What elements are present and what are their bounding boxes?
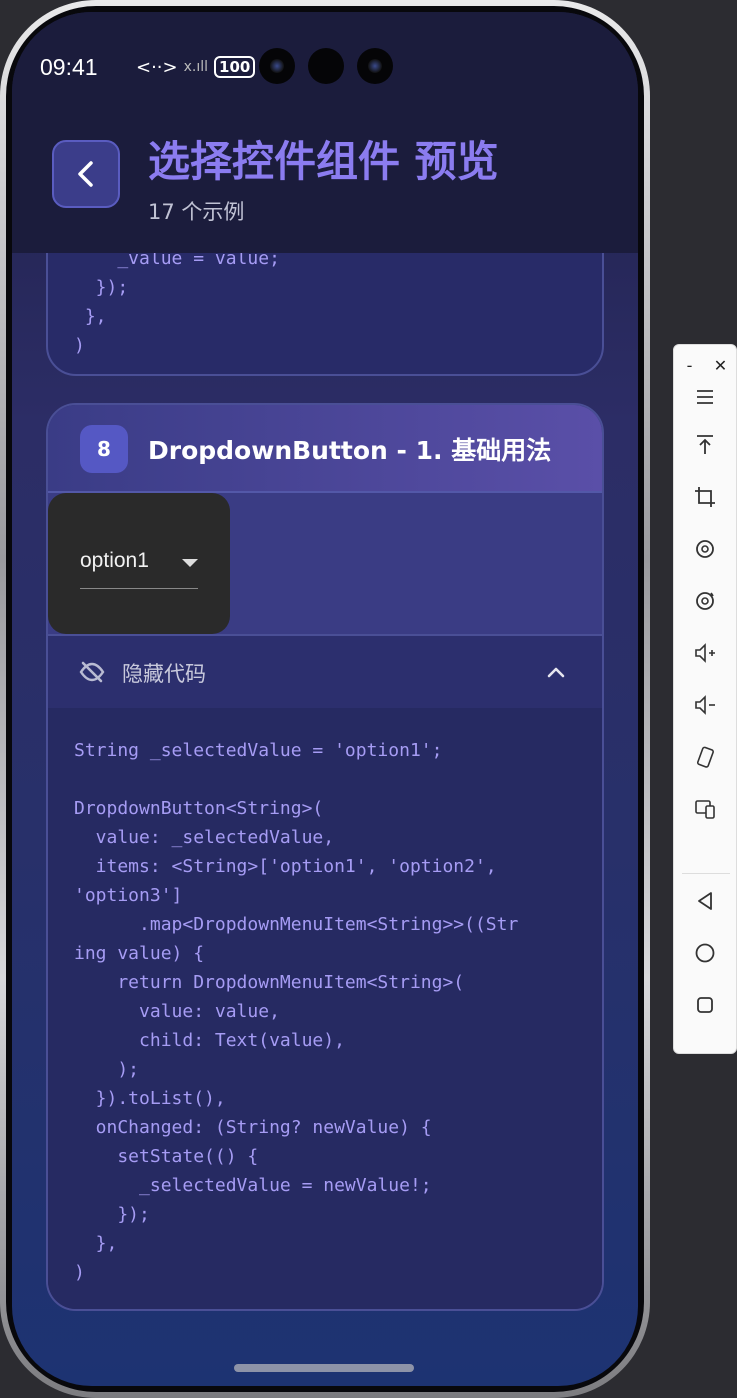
code-block: String _selectedValue = 'option1'; Dropd… xyxy=(48,708,602,1309)
eye-off-icon xyxy=(79,661,105,683)
nav-back-button[interactable] xyxy=(674,887,736,915)
toolbar-divider xyxy=(682,873,730,874)
signal-icon: x.ıll xyxy=(183,59,209,75)
menu-button[interactable] xyxy=(674,383,736,411)
nav-recents-button[interactable] xyxy=(674,991,736,1019)
dropdown-container: option1 xyxy=(48,493,230,634)
nav-home-button[interactable] xyxy=(674,939,736,967)
example-card: 8 DropdownButton - 1. 基础用法 option1 隐藏代码 … xyxy=(46,403,604,1311)
camera-icon xyxy=(259,48,295,84)
rotate-left-icon xyxy=(696,540,714,558)
phone-frame: _value = value; }); }, ) 09:41 <··> x.ıl… xyxy=(0,0,650,1398)
toggle-code-button[interactable]: 隐藏代码 xyxy=(48,636,602,708)
menu-icon xyxy=(697,390,713,404)
toggle-code-label: 隐藏代码 xyxy=(122,662,206,686)
home-indicator[interactable] xyxy=(234,1364,414,1372)
pin-top-icon xyxy=(697,435,713,454)
example-number-badge: 8 xyxy=(80,425,128,473)
circle-home-icon xyxy=(695,943,715,963)
multi-device-button[interactable] xyxy=(674,795,736,823)
widget-preview: option1 xyxy=(48,493,602,636)
toolbar-window-controls: - ✕ xyxy=(674,351,736,379)
screenshot-button[interactable] xyxy=(674,483,736,511)
dropdown-button[interactable]: option1 xyxy=(80,549,198,589)
status-bar: 09:41 <··> x.ıll 100 xyxy=(12,12,638,132)
camera-icon xyxy=(308,48,344,84)
app-header: 09:41 <··> x.ıll 100 选择控件组件 预览 17 个示例 xyxy=(12,12,638,253)
volume-down-icon xyxy=(695,695,715,715)
rotate-device-button[interactable] xyxy=(674,743,736,771)
pin-top-button[interactable] xyxy=(674,431,736,459)
rotate-left-button[interactable] xyxy=(674,535,736,563)
card-title: DropdownButton - 1. 基础用法 xyxy=(148,436,552,465)
card-header: 8 DropdownButton - 1. 基础用法 xyxy=(48,405,602,493)
app-screen: _value = value; }); }, ) 09:41 <··> x.ıl… xyxy=(12,12,638,1386)
chevron-left-icon xyxy=(78,161,93,187)
phone-bezel: _value = value; }); }, ) 09:41 <··> x.ıl… xyxy=(6,6,644,1392)
triangle-back-icon xyxy=(698,892,712,910)
rotate-right-button[interactable] xyxy=(674,587,736,615)
network-icon: <··> xyxy=(136,56,178,78)
minimize-button[interactable]: - xyxy=(676,351,704,379)
emulator-toolbar: - ✕ xyxy=(673,344,737,1054)
volume-up-icon xyxy=(695,643,715,663)
page-title: 选择控件组件 预览 xyxy=(148,137,499,186)
status-time: 09:41 xyxy=(40,54,98,80)
multi-device-icon xyxy=(695,800,715,819)
status-icons: <··> x.ıll 100 xyxy=(136,56,256,78)
volume-down-button[interactable] xyxy=(674,691,736,719)
camera-icon xyxy=(357,48,393,84)
battery-icon: 100 xyxy=(214,56,256,78)
code-text: String _selectedValue = 'option1'; Dropd… xyxy=(74,740,519,1283)
page-subtitle: 17 个示例 xyxy=(148,200,245,224)
crop-icon xyxy=(695,487,715,507)
back-button[interactable] xyxy=(52,140,120,208)
dropdown-selected-value: option1 xyxy=(80,549,149,572)
chevron-up-icon xyxy=(547,667,565,678)
rotate-right-icon xyxy=(696,592,714,610)
dropdown-arrow-icon xyxy=(182,559,198,567)
volume-up-button[interactable] xyxy=(674,639,736,667)
rotate-device-icon xyxy=(696,746,714,768)
prev-code-block: _value = value; }); }, ) xyxy=(74,248,280,356)
close-button[interactable]: ✕ xyxy=(707,351,735,379)
square-recents-icon xyxy=(697,997,713,1013)
